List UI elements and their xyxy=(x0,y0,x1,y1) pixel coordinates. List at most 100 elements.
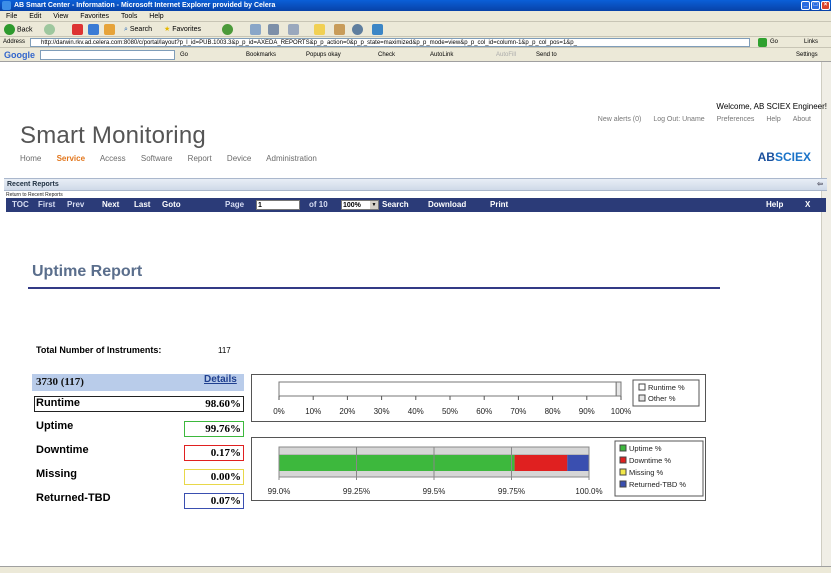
details-link[interactable]: Details xyxy=(204,374,237,385)
vertical-scrollbar[interactable] xyxy=(821,62,831,566)
go-button[interactable]: Go xyxy=(770,37,778,48)
page-count: of 10 xyxy=(309,200,328,209)
zoom-select[interactable]: 100% ▼ xyxy=(341,200,379,210)
last-button[interactable]: Last xyxy=(134,198,150,212)
x-tick-label: 99.75% xyxy=(498,487,525,496)
print-button[interactable]: Print xyxy=(490,198,508,212)
google-settings[interactable]: Settings xyxy=(796,48,818,62)
app-title: Smart Monitoring xyxy=(20,122,206,149)
top-links: New alerts (0) Log Out: Uname Preference… xyxy=(588,116,811,123)
next-button[interactable]: Next xyxy=(102,198,119,212)
menu-tools[interactable]: Tools xyxy=(121,13,137,20)
logout-link[interactable]: Log Out: Uname xyxy=(653,116,704,123)
google-autofill[interactable]: AutoFill xyxy=(496,48,516,62)
bar-other- xyxy=(615,381,622,397)
first-button[interactable]: First xyxy=(38,198,55,212)
total-instruments-label: Total Number of Instruments: xyxy=(36,345,162,355)
search-button[interactable]: ⌕ Search xyxy=(124,24,152,35)
toc-button[interactable]: TOC xyxy=(12,198,29,212)
nav-service[interactable]: Service xyxy=(57,154,85,163)
about-link[interactable]: About xyxy=(793,116,811,123)
returned-tbd-label: Returned-TBD xyxy=(36,492,111,504)
nav-home[interactable]: Home xyxy=(20,154,41,163)
folder-icon[interactable] xyxy=(314,24,325,35)
page-number-input[interactable]: 1 xyxy=(256,200,300,210)
new-alerts-link[interactable]: New alerts (0) xyxy=(598,116,642,123)
ie-icon xyxy=(2,1,11,10)
google-autolink[interactable]: AutoLink xyxy=(430,48,453,62)
x-tick-label: 99.0% xyxy=(268,487,291,496)
runtime-chart: 0% 10% 20% 30% 40% 50% 60% 70% 80% 90% 100% Runtim… xyxy=(251,374,706,422)
research-icon[interactable] xyxy=(334,24,345,35)
edit-icon[interactable] xyxy=(288,24,299,35)
messenger-icon[interactable] xyxy=(352,24,363,35)
home-icon[interactable] xyxy=(104,24,115,35)
menu-file[interactable]: File xyxy=(6,13,17,20)
legend-label: Downtime % xyxy=(629,456,671,465)
refresh-icon[interactable] xyxy=(88,24,99,35)
x-tick-label: 80% xyxy=(545,407,561,416)
google-popups[interactable]: Popups okay xyxy=(306,48,341,62)
help-link[interactable]: Help xyxy=(766,116,780,123)
window-title-bar: AB Smart Center - Information - Microsof… xyxy=(0,0,831,11)
uptime-breakdown-chart: 99.0% 99.25% 99.5% 99.75% 100.0% Uptime % Dow… xyxy=(251,437,706,501)
forward-button[interactable] xyxy=(44,24,55,35)
google-label: Google xyxy=(4,50,35,60)
print-icon[interactable] xyxy=(268,24,279,35)
menu-edit[interactable]: Edit xyxy=(29,13,41,20)
close-window-icon[interactable]: × xyxy=(821,1,830,10)
recent-reports-header: Recent Reports ⇦ xyxy=(4,178,827,191)
nav-administration[interactable]: Administration xyxy=(266,154,317,163)
bar-uptime- xyxy=(279,455,515,471)
preferences-link[interactable]: Preferences xyxy=(717,116,755,123)
nav-device[interactable]: Device xyxy=(227,154,251,163)
star-icon: ★ xyxy=(164,26,171,33)
address-input[interactable]: http://darwin.rkv.ad.celera.com:8080/c/p… xyxy=(30,38,750,47)
forward-arrow-icon xyxy=(44,24,55,35)
browser-toolbar: Back ⌕ Search ★ Favorites xyxy=(0,22,831,37)
nav-report[interactable]: Report xyxy=(188,154,212,163)
goto-button[interactable]: Goto xyxy=(162,198,181,212)
collapse-arrow-icon[interactable]: ⇦ xyxy=(817,179,823,191)
maximize-icon[interactable]: □ xyxy=(811,1,820,10)
google-send-to[interactable]: Send to xyxy=(536,48,557,62)
go-arrow-icon[interactable] xyxy=(758,38,767,47)
welcome-message: Welcome, AB SCIEX Engineer! xyxy=(716,102,827,111)
back-button[interactable]: Back xyxy=(4,24,33,35)
x-tick-label: 10% xyxy=(305,407,321,416)
tools-icon[interactable] xyxy=(372,24,383,35)
legend-label: Returned-TBD % xyxy=(629,480,686,489)
legend-swatch xyxy=(619,468,627,476)
google-check[interactable]: Check xyxy=(378,48,395,62)
menu-view[interactable]: View xyxy=(53,13,68,20)
total-instruments-value: 117 xyxy=(218,346,231,355)
x-tick-label: 99.25% xyxy=(343,487,370,496)
bar-returned-tbd- xyxy=(567,455,589,471)
nav-software[interactable]: Software xyxy=(141,154,173,163)
legend-label: Missing % xyxy=(629,468,664,477)
mail-icon[interactable] xyxy=(250,24,261,35)
nav-access[interactable]: Access xyxy=(100,154,126,163)
google-go[interactable]: Go xyxy=(180,48,188,62)
google-bookmarks[interactable]: Bookmarks xyxy=(246,48,276,62)
x-tick-label: 70% xyxy=(510,407,526,416)
history-icon[interactable] xyxy=(222,24,233,35)
search-report-button[interactable]: Search xyxy=(382,198,409,212)
favorites-button[interactable]: ★ Favorites xyxy=(164,24,201,35)
download-button[interactable]: Download xyxy=(428,198,466,212)
google-search-input[interactable] xyxy=(40,50,175,60)
links-button[interactable]: Links xyxy=(804,37,818,48)
x-tick-label: 99.5% xyxy=(423,487,446,496)
portlet-title: Recent Reports xyxy=(7,181,59,188)
close-report-button[interactable]: X xyxy=(805,198,810,212)
x-tick-label: 20% xyxy=(339,407,355,416)
minimize-icon[interactable]: _ xyxy=(801,1,810,10)
runtime-value: 98.60% xyxy=(34,396,244,412)
menu-help[interactable]: Help xyxy=(149,13,163,20)
downtime-value: 0.17% xyxy=(184,445,244,461)
menu-favorites[interactable]: Favorites xyxy=(80,13,109,20)
stop-icon[interactable] xyxy=(72,24,83,35)
legend-swatch xyxy=(638,383,646,391)
help-button[interactable]: Help xyxy=(766,198,783,212)
prev-button[interactable]: Prev xyxy=(67,198,84,212)
